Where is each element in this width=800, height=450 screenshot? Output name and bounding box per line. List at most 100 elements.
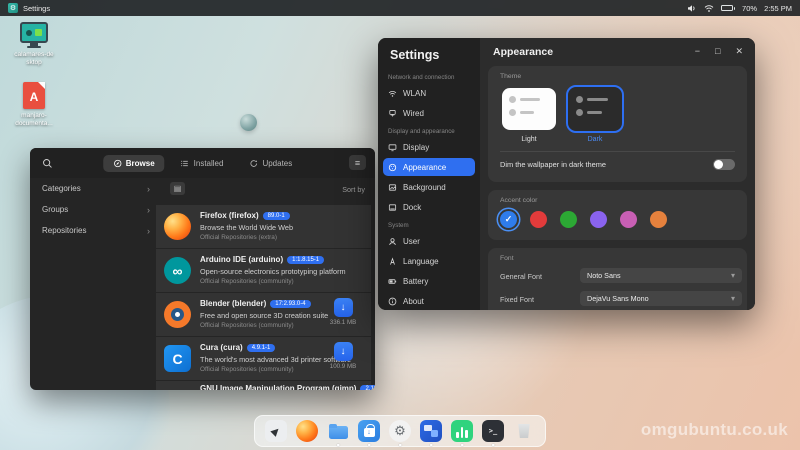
watermark: omgubuntu.co.uk — [641, 420, 788, 440]
display-icon — [388, 143, 397, 152]
dock-item-trash[interactable] — [512, 419, 536, 443]
hamburger-menu-button[interactable]: ≡ — [349, 155, 366, 170]
download-button[interactable]: ↓ — [334, 298, 353, 317]
chevron-down-icon: ▾ — [731, 294, 735, 303]
app-row-gimp[interactable]: GNU Image Manipulation Program (gimp)2.1… — [156, 381, 371, 390]
general-font-select[interactable]: Noto Sans ▾ — [580, 268, 742, 283]
accent-purple[interactable] — [590, 211, 607, 228]
installer-icon — [8, 22, 60, 48]
tab-label: Browse — [126, 159, 155, 168]
desktop-icon-manjaro-docs[interactable]: A manjaro- documenta... — [8, 82, 60, 128]
download-size: 100.9 MB — [330, 363, 356, 370]
dock: ▶ ↓ ⚙ >_ — [254, 415, 546, 447]
wallpaper-sphere-small — [240, 114, 257, 131]
fixed-font-select[interactable]: DejaVu Sans Mono ▾ — [580, 291, 742, 306]
sidebar-item-battery[interactable]: Battery — [383, 272, 475, 290]
language-icon — [388, 257, 397, 266]
version-badge: 89.0-1 — [263, 212, 290, 220]
gear-icon: ⚙ — [389, 420, 411, 442]
sidebar-item-label: WLAN — [403, 89, 426, 98]
desktop-icon-calamares[interactable]: calamares-de sktop — [8, 22, 60, 67]
version-badge: 1:1.8.15-1 — [287, 256, 324, 264]
sidebar-item-groups[interactable]: Groups › — [30, 199, 162, 220]
app-row-arduino[interactable]: ∞ Arduino IDE (arduino)1:1.8.15-1 Open-s… — [156, 249, 371, 292]
wifi-icon[interactable] — [704, 4, 714, 13]
compass-icon — [113, 159, 122, 168]
app-name: Firefox (firefox) — [200, 211, 259, 220]
app-store-window: Browse Installed Updates ≡ — [30, 148, 375, 390]
wifi-icon — [388, 89, 397, 98]
maximize-button[interactable]: □ — [715, 46, 720, 57]
fixed-font-label: Fixed Font — [500, 295, 534, 304]
download-button[interactable]: ↓ — [334, 342, 353, 361]
dim-wallpaper-label: Dim the wallpaper in dark theme — [500, 160, 606, 169]
clock[interactable]: 2:55 PM — [764, 4, 792, 13]
section-network: Network and connection — [388, 74, 454, 81]
sidebar-item-dock[interactable]: Dock — [383, 198, 475, 216]
app-source: Official Repositories (community) — [200, 278, 294, 285]
sidebar-item-wlan[interactable]: WLAN — [383, 84, 475, 102]
sidebar-item-categories[interactable]: Categories › — [30, 178, 162, 199]
sidebar-item-background[interactable]: Background — [383, 178, 475, 196]
close-button[interactable]: ✕ — [735, 46, 743, 57]
tab-installed[interactable]: Installed — [171, 155, 234, 172]
battery-percent: 70% — [742, 4, 757, 13]
app-description: Open-source electronics prototyping plat… — [200, 267, 346, 276]
sidebar-item-label: Repositories — [42, 226, 86, 235]
trash-icon — [518, 424, 531, 438]
chevron-down-icon: ▾ — [731, 271, 735, 280]
dock-icon — [388, 203, 397, 212]
sort-by-label[interactable]: Sort by — [342, 185, 365, 194]
sidebar-item-display[interactable]: Display — [383, 138, 475, 156]
accent-orange[interactable] — [650, 211, 667, 228]
sidebar-item-appearance[interactable]: Appearance — [383, 158, 475, 176]
accent-red[interactable] — [530, 211, 547, 228]
sidebar-item-repositories[interactable]: Repositories › — [30, 220, 162, 241]
volume-icon[interactable] — [687, 4, 697, 13]
hamburger-icon: ≡ — [355, 158, 360, 168]
dock-item-firefox[interactable] — [295, 419, 319, 443]
battery-icon[interactable] — [721, 5, 735, 11]
view-toggle-button[interactable]: ▤ — [170, 182, 185, 195]
dim-wallpaper-toggle[interactable] — [713, 159, 735, 170]
accent-pink[interactable] — [620, 211, 637, 228]
accent-green[interactable] — [560, 211, 577, 228]
dock-item-app-store[interactable]: ↓ — [357, 419, 381, 443]
sidebar-item-language[interactable]: Language — [383, 252, 475, 270]
sidebar-item-label: Language — [403, 257, 439, 266]
dock-item-terminal[interactable]: >_ — [481, 419, 505, 443]
theme-option-dark[interactable] — [566, 85, 624, 133]
dock-item-launcher[interactable]: ▶ — [264, 419, 288, 443]
dock-item-screenshot-tool[interactable] — [419, 419, 443, 443]
version-badge: 2.10.24-1 — [360, 385, 375, 390]
tab-updates[interactable]: Updates — [239, 155, 302, 172]
sidebar-item-user[interactable]: User — [383, 232, 475, 250]
dock-item-file-manager[interactable] — [326, 419, 350, 443]
app-row-blender[interactable]: Blender (blender)17:2.93.0-4 Free and op… — [156, 293, 371, 336]
sidebar-item-label: Battery — [403, 277, 428, 286]
folder-icon — [329, 426, 348, 439]
search-icon[interactable] — [42, 158, 53, 169]
settings-sidebar: Settings Network and connection WLAN Wir… — [378, 38, 480, 310]
dock-item-system-monitor[interactable] — [450, 419, 474, 443]
divider — [500, 151, 735, 152]
tab-browse[interactable]: Browse — [103, 155, 165, 172]
accent-blue[interactable]: ✓ — [500, 211, 517, 228]
app-description: Browse the World Wide Web — [200, 223, 293, 232]
font-card: Font General Font Noto Sans ▾ Fixed Font… — [488, 248, 747, 310]
app-row-firefox[interactable]: Firefox (firefox) 89.0-1 Browse the World… — [156, 205, 371, 248]
dock-item-settings[interactable]: ⚙ — [388, 419, 412, 443]
app-store-titlebar[interactable]: Browse Installed Updates ≡ — [30, 148, 375, 178]
version-badge: 4.9.1-1 — [247, 344, 276, 352]
settings-app-icon: ⚙ — [8, 3, 18, 13]
version-badge: 17:2.93.0-4 — [270, 300, 310, 308]
sidebar-item-about[interactable]: About — [383, 292, 475, 310]
minimize-button[interactable]: − — [695, 46, 700, 57]
sidebar-item-wired[interactable]: Wired — [383, 104, 475, 122]
chevron-right-icon: › — [147, 205, 150, 215]
top-panel: ⚙ Settings 70% 2:55 PM — [0, 0, 800, 16]
theme-option-light[interactable] — [502, 88, 556, 130]
store-sidebar: Categories › Groups › Repositories › — [30, 178, 162, 241]
appearance-panel: Appearance − □ ✕ Theme Light Dark — [480, 38, 755, 310]
app-row-cura[interactable]: C Cura (cura)4.9.1-1 The world's most ad… — [156, 337, 371, 380]
